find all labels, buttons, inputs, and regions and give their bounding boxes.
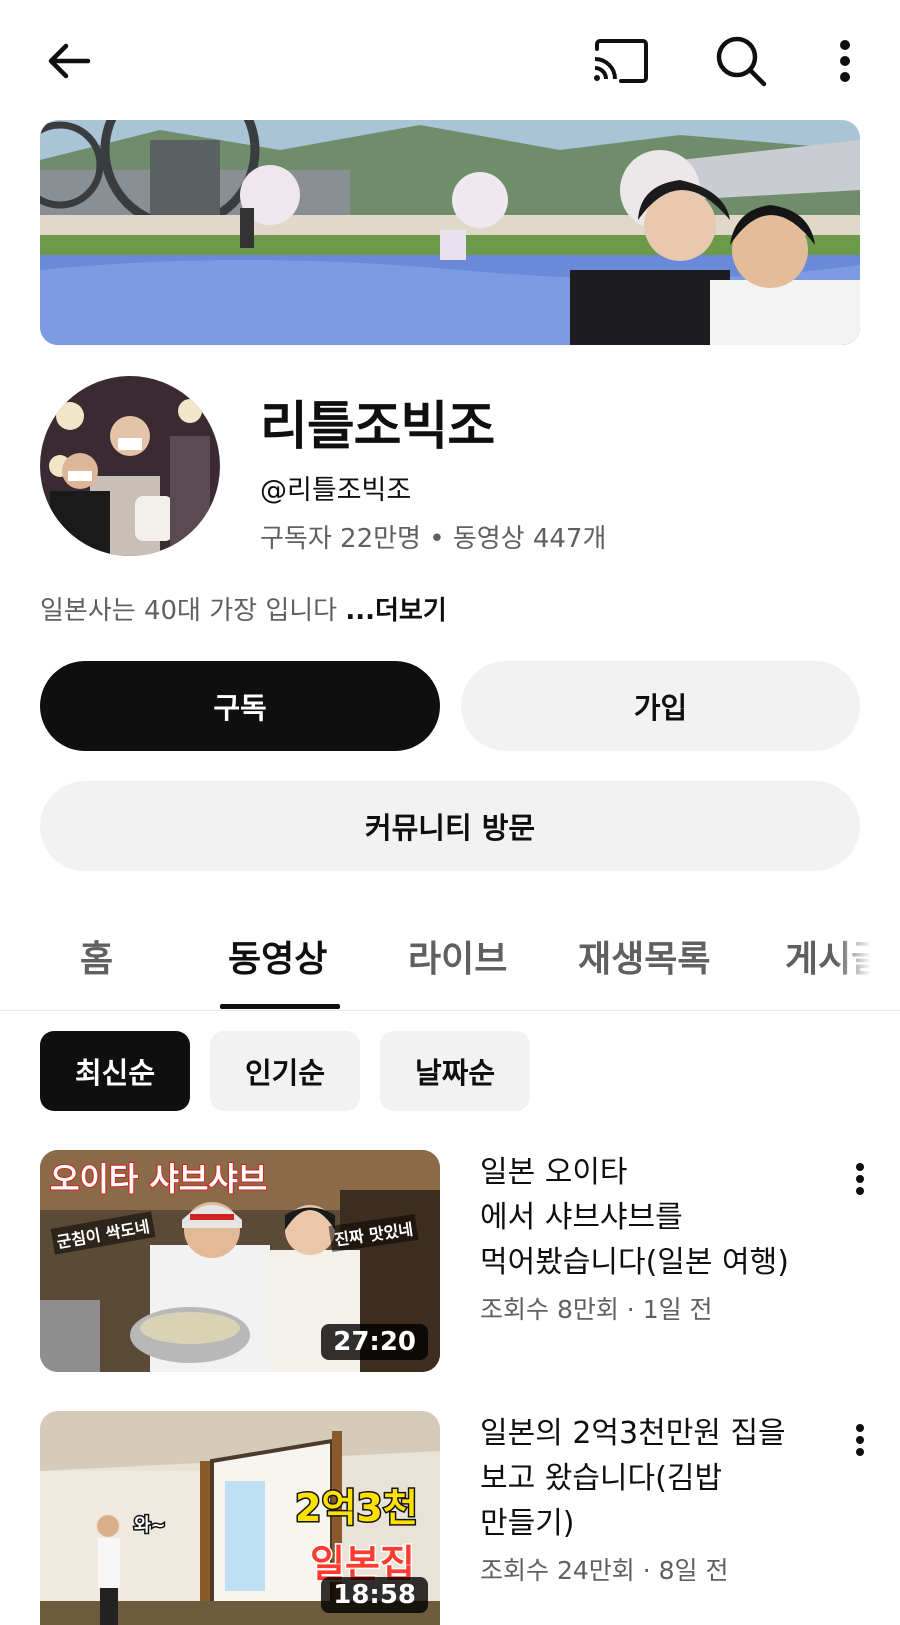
channel-description[interactable]: 일본사는 40대 가장 입니다 ...더보기 (40, 590, 447, 627)
channel-name: 리틀조빅조 (260, 397, 495, 457)
stats-separator: • (429, 524, 445, 554)
top-app-bar (0, 0, 900, 120)
more-link[interactable]: ...더보기 (345, 596, 446, 626)
tab-live[interactable]: 라이브 (408, 930, 507, 982)
video-item[interactable]: 와~ 2억3천 일본집 18:58 일본의 2억3천만원 집을 보고 왔습니다(… (0, 1411, 900, 1625)
more-vert-icon[interactable] (840, 1154, 880, 1204)
channel-stats: 구독자 22만명 • 동영상 447개 (260, 518, 606, 555)
video-title-line: 에서 샤브샤브를 (480, 1200, 683, 1235)
channel-avatar[interactable] (40, 376, 220, 556)
video-title[interactable]: 일본 오이타 에서 샤브샤브를 먹어봤습니다(일본 여행) (480, 1150, 840, 1285)
tab-home[interactable]: 홈 (80, 930, 113, 982)
thumbnail-caption: 와~ (133, 1514, 168, 1538)
thumbnail-caption: 2억3천 (294, 1485, 420, 1532)
video-item[interactable]: 오이타 샤브샤브 군침이 싹도네 진짜 맛있네 27:20 일본 오이타 에서 … (0, 1150, 900, 1380)
tab-playlists[interactable]: 재생목록 (578, 930, 710, 982)
more-vert-icon[interactable] (840, 1415, 880, 1465)
tab-videos[interactable]: 동영상 (228, 930, 327, 982)
cast-icon[interactable] (585, 30, 655, 92)
video-title-line: 보고 왔습니다(김밥 (480, 1461, 723, 1496)
arrow-left-icon[interactable] (38, 30, 100, 92)
chip-latest[interactable]: 최신순 (40, 1031, 190, 1111)
more-vert-icon[interactable] (822, 30, 868, 92)
channel-tabs: 홈 동영상 라이브 재생목록 게시글 (0, 900, 900, 1011)
video-count: 동영상 447개 (452, 524, 607, 554)
video-thumbnail[interactable]: 와~ 2억3천 일본집 18:58 (40, 1411, 440, 1625)
video-title-line: 만들기) (480, 1506, 575, 1541)
video-thumbnail[interactable]: 오이타 샤브샤브 군침이 싹도네 진짜 맛있네 27:20 (40, 1150, 440, 1372)
video-duration: 27:20 (321, 1324, 428, 1360)
video-meta: 조회수 8만회 · 1일 전 (480, 1295, 713, 1324)
video-title-line: 일본 오이타 (480, 1155, 628, 1190)
chip-popular[interactable]: 인기순 (210, 1031, 360, 1111)
video-duration: 18:58 (321, 1577, 428, 1613)
active-tab-indicator (220, 1004, 340, 1009)
description-text: 일본사는 40대 가장 입니다 (40, 596, 346, 626)
join-button[interactable]: 가입 (461, 661, 860, 751)
thumbnail-caption: 오이타 샤브샤브 (49, 1159, 268, 1199)
video-meta: 조회수 24만회 · 8일 전 (480, 1556, 729, 1585)
tab-fade (836, 900, 900, 1010)
community-button[interactable]: 커뮤니티 방문 (40, 781, 860, 871)
chip-oldest[interactable]: 날짜순 (380, 1031, 530, 1111)
channel-banner (40, 120, 860, 345)
subscribe-button[interactable]: 구독 (40, 661, 440, 751)
search-icon[interactable] (708, 30, 774, 92)
video-title-line: 먹어봤습니다(일본 여행) (480, 1245, 789, 1280)
video-title[interactable]: 일본의 2억3천만원 집을 보고 왔습니다(김밥 만들기) (480, 1411, 840, 1546)
channel-handle: @리틀조빅조 (260, 475, 412, 506)
subscriber-count: 구독자 22만명 (260, 524, 421, 554)
video-title-line: 일본의 2억3천만원 집을 (480, 1416, 786, 1451)
